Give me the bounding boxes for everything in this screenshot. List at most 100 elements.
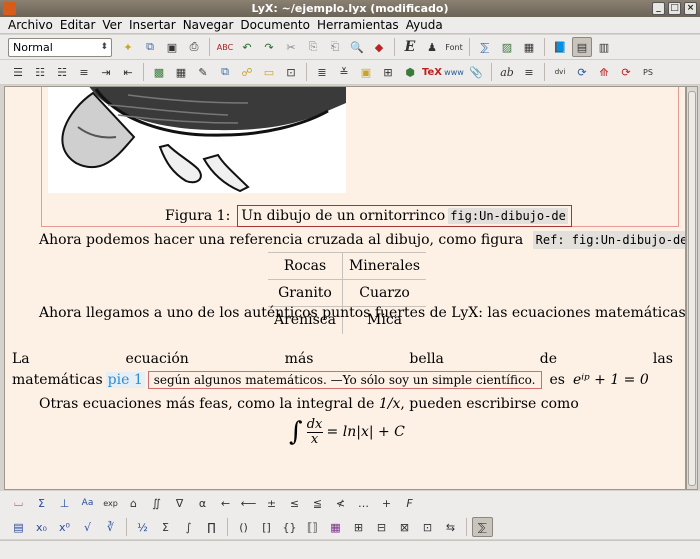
insert-tex-code-icon[interactable]: TeX [422, 62, 442, 82]
book-icon[interactable]: 📘 [550, 37, 570, 57]
math-dots-icon[interactable]: … [353, 493, 374, 513]
decrease-depth-icon[interactable]: ⇤ [118, 62, 138, 82]
insert-float-icon[interactable]: ⧉ [215, 62, 235, 82]
footnote-inset[interactable]: según algunos matemáticos. —Yo sólo soy … [147, 371, 542, 389]
toc-view-icon[interactable]: ▤ [572, 37, 592, 57]
attach-icon[interactable]: 📎 [466, 62, 486, 82]
description-list-icon[interactable]: ☵ [52, 62, 72, 82]
math-space-icon[interactable]: ⌴ [8, 493, 29, 513]
math-parens-icon[interactable]: () [233, 517, 254, 537]
numbered-list-icon[interactable]: ☷ [30, 62, 50, 82]
paste-icon[interactable]: ⎗ [325, 37, 345, 57]
math-add-row-icon[interactable]: ⊞ [348, 517, 369, 537]
copy-icon[interactable]: ⎘ [303, 37, 323, 57]
scrollbar-thumb[interactable] [688, 91, 696, 486]
minimize-button[interactable]: _ [652, 2, 665, 15]
insert-footnote-icon[interactable]: ≣ [312, 62, 332, 82]
menu-ver[interactable]: Ver [99, 17, 126, 33]
caption-inset[interactable]: Un dibujo de un ornitorrinco fig:Un-dibu… [237, 205, 572, 227]
insert-table-icon[interactable]: ▦ [519, 37, 539, 57]
menu-archivo[interactable]: Archivo [5, 17, 57, 33]
document-work-area[interactable]: Figura 1: Un dibujo de un ornitorrinco f… [4, 86, 686, 490]
source-view-icon[interactable]: ▥ [594, 37, 614, 57]
font-settings-icon[interactable]: Font [444, 37, 464, 57]
menu-herramientas[interactable]: Herramientas [314, 17, 403, 33]
navigate-back-icon[interactable]: ◆ [369, 37, 389, 57]
math-sigma-icon[interactable]: Σ [155, 517, 176, 537]
noun-icon[interactable]: ♟ [422, 37, 442, 57]
save-icon[interactable]: ▣ [162, 37, 182, 57]
table-cell[interactable]: Minerales [342, 252, 427, 280]
text-style-icon[interactable]: ab [497, 62, 517, 82]
insert-label-icon[interactable]: ⊡ [281, 62, 301, 82]
table-cell[interactable]: Rocas [268, 252, 343, 280]
math-product-icon[interactable]: ∏ [201, 517, 222, 537]
math-function-icon[interactable]: exp [100, 493, 121, 513]
table-cell[interactable]: Granito [268, 279, 343, 307]
math-grid-icon[interactable]: ▦ [325, 517, 346, 537]
increase-depth-icon[interactable]: ⇥ [96, 62, 116, 82]
insert-cross-ref-icon[interactable]: ⬢ [400, 62, 420, 82]
insert-citation-icon[interactable]: ▣ [356, 62, 376, 82]
paragraph-layout-select[interactable]: Normal ⬍ [8, 37, 112, 57]
update-pdf-icon[interactable]: ⟳ [616, 62, 636, 82]
insert-margin-note-icon[interactable]: ≚ [334, 62, 354, 82]
new-document-icon[interactable]: ✦ [118, 37, 138, 57]
math-delimiters-icon[interactable]: ⟦⟧ [302, 517, 323, 537]
math-nless-icon[interactable]: ≮ [330, 493, 351, 513]
math-frame-icon[interactable]: ⌂ [123, 493, 144, 513]
rocks-minerals-table[interactable]: Rocas Minerales Granito Cuarzo Arenisca … [268, 252, 427, 334]
paragraph-settings-icon[interactable]: ≡ [519, 62, 539, 82]
math-subscript-icon[interactable]: x₀ [31, 517, 52, 537]
print-icon[interactable]: ⎙ [184, 37, 204, 57]
menu-navegar[interactable]: Navegar [180, 17, 238, 33]
math-font-icon[interactable]: Aa [77, 493, 98, 513]
math-int-icon[interactable]: ∫ [178, 517, 199, 537]
update-dvi-icon[interactable]: ⟳ [572, 62, 592, 82]
math-leqq-icon[interactable]: ≦ [307, 493, 328, 513]
math-plus-minus-icon[interactable]: ± [261, 493, 282, 513]
math-swap-icon[interactable]: ⇆ [440, 517, 461, 537]
maximize-button[interactable]: □ [668, 2, 681, 15]
insert-index-icon[interactable]: ⊞ [378, 62, 398, 82]
math-delete-row-icon[interactable]: ⊠ [394, 517, 415, 537]
euler-equation[interactable]: eⁱᵖ + 1 = 0 [573, 372, 649, 388]
math-brackets-icon[interactable]: [] [256, 517, 277, 537]
insert-graphics-icon[interactable]: ▨ [497, 37, 517, 57]
view-ps-icon[interactable]: PS [638, 62, 658, 82]
close-button[interactable]: × [684, 2, 697, 15]
math-delete-column-icon[interactable]: ⊡ [417, 517, 438, 537]
redo-icon[interactable]: ↷ [259, 37, 279, 57]
math-stack-icon[interactable]: ⊥ [54, 493, 75, 513]
cross-reference-inset[interactable]: Ref: fig:Un-dibujo-de [532, 231, 685, 249]
table-cell[interactable]: Cuarzo [342, 279, 427, 307]
math-superscript-icon[interactable]: x⁰ [54, 517, 75, 537]
insert-grid-icon[interactable]: ▦ [171, 62, 191, 82]
math-f-icon[interactable]: F [399, 493, 420, 513]
math-fraction-icon[interactable]: ½ [132, 517, 153, 537]
menu-ayuda[interactable]: Ayuda [403, 17, 447, 33]
platypus-image[interactable] [48, 87, 346, 193]
emphasis-icon[interactable]: E [400, 37, 420, 57]
menu-documento[interactable]: Documento [237, 17, 314, 33]
insert-box-icon[interactable]: ☍ [237, 62, 257, 82]
math-leq-icon[interactable]: ≤ [284, 493, 305, 513]
find-replace-icon[interactable]: 🔍 [347, 37, 367, 57]
math-sum-icon[interactable]: Σ [31, 493, 52, 513]
math-alpha-icon[interactable]: α [192, 493, 213, 513]
integral-equation[interactable]: ∫ dx x = ln|x| + C [289, 417, 405, 447]
insert-math-icon[interactable]: ⅀ [475, 37, 495, 57]
math-integral-icon[interactable]: ∬ [146, 493, 167, 513]
insert-note-icon[interactable]: ✎ [193, 62, 213, 82]
math-long-arrow-icon[interactable]: ⟵ [238, 493, 259, 513]
undo-icon[interactable]: ↶ [237, 37, 257, 57]
math-left-arrow-icon[interactable]: ← [215, 493, 236, 513]
math-root-icon[interactable]: ∛ [100, 517, 121, 537]
vertical-scrollbar[interactable] [686, 86, 698, 490]
math-braces-icon[interactable]: {} [279, 517, 300, 537]
math-add-column-icon[interactable]: ⊟ [371, 517, 392, 537]
math-matrix-icon[interactable]: ▤ [8, 517, 29, 537]
insert-branch-icon[interactable]: ▭ [259, 62, 279, 82]
menu-editar[interactable]: Editar [57, 17, 100, 33]
footnote-label[interactable]: pie 1 [105, 372, 145, 388]
